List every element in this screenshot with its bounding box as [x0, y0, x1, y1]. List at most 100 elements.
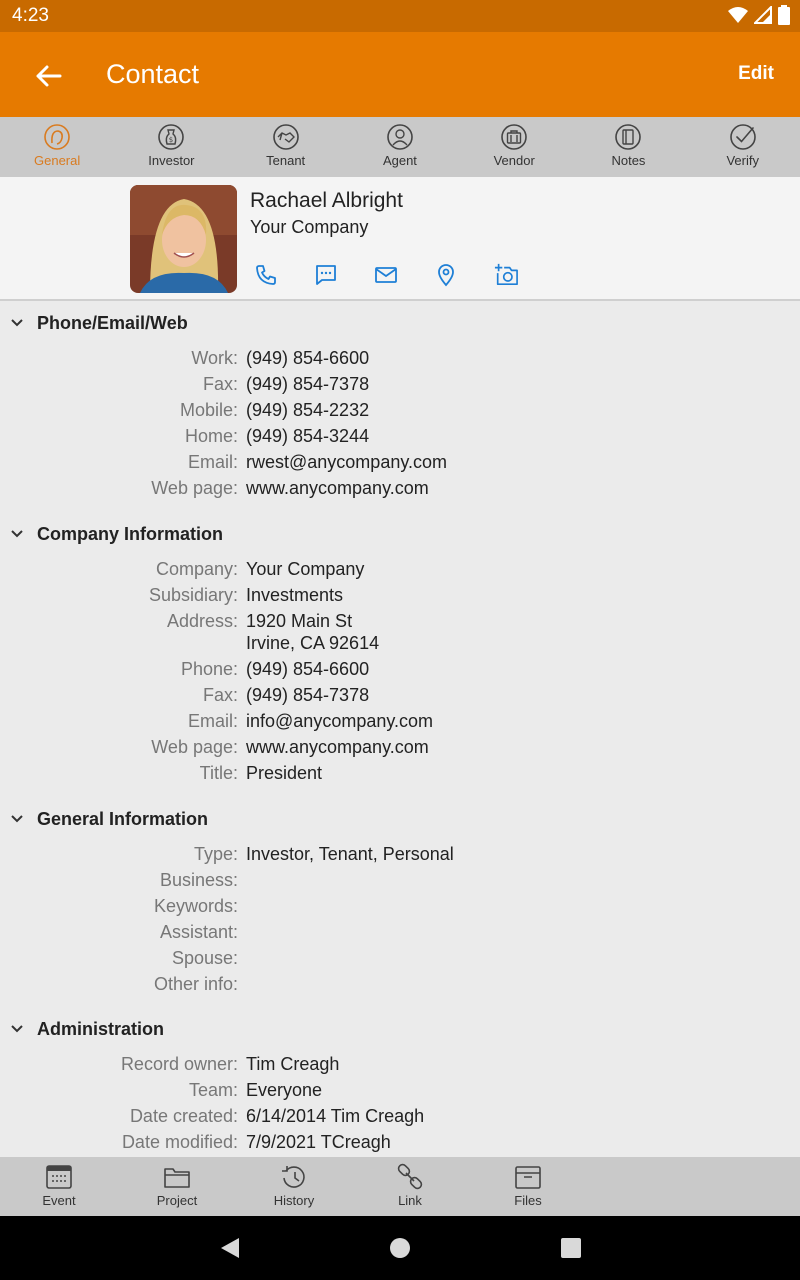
status-bar: 4:23: [0, 0, 800, 32]
chevron-down-icon: [11, 319, 23, 327]
field-label: Date modified:: [121, 1132, 238, 1152]
field-label: Address:: [166, 611, 238, 631]
app-bar: Contact Edit: [0, 32, 800, 117]
bottom-label: Files: [514, 1193, 542, 1208]
link-button[interactable]: Link: [370, 1163, 450, 1208]
event-button[interactable]: Event: [19, 1163, 99, 1208]
calendar-icon: [46, 1165, 72, 1189]
field-value[interactable]: (949) 854-7378: [246, 374, 369, 395]
section-title: General Information: [37, 809, 209, 829]
field-value[interactable]: www.anycompany.com: [246, 478, 429, 499]
agent-icon: [387, 124, 413, 150]
folder-icon: [164, 1168, 190, 1188]
section-general-header[interactable]: General Information: [0, 805, 800, 835]
field-value[interactable]: rwest@anycompany.com: [246, 452, 447, 473]
field-value[interactable]: (949) 854-6600: [246, 348, 369, 369]
chevron-down-icon: [11, 530, 23, 538]
field-label: Fax:: [202, 374, 238, 394]
field-value[interactable]: info@anycompany.com: [246, 711, 433, 732]
map-pin-icon[interactable]: [434, 263, 458, 287]
back-arrow-icon[interactable]: [30, 58, 66, 94]
field-value[interactable]: (949) 854-3244: [246, 426, 369, 447]
tab-verify[interactable]: Verify: [686, 117, 800, 177]
tab-label: Vendor: [493, 153, 535, 168]
field-value: Your Company: [246, 559, 365, 579]
section-title: Company Information: [37, 524, 224, 544]
nav-home-icon[interactable]: [389, 1236, 411, 1260]
tab-tenant[interactable]: Tenant: [229, 117, 343, 177]
phone-icon[interactable]: [254, 263, 278, 287]
tab-notes[interactable]: Notes: [571, 117, 685, 177]
tab-general[interactable]: General: [0, 117, 114, 177]
field-label: Phone:: [180, 659, 238, 679]
field-label: Type:: [193, 844, 238, 864]
files-icon: [515, 1166, 541, 1189]
field-value: Investments: [246, 585, 344, 605]
chevron-down-icon: [11, 815, 23, 823]
wifi-icon: [728, 7, 748, 23]
nav-recents-icon[interactable]: [560, 1236, 582, 1260]
edit-button[interactable]: Edit: [738, 63, 774, 85]
section-admin-header[interactable]: Administration: [0, 1015, 800, 1045]
money-bag-icon: $: [158, 124, 185, 150]
field-label: Spouse:: [171, 948, 238, 968]
field-value: Investor, Tenant, Personal: [246, 844, 454, 864]
field-value: Tim Creagh: [246, 1054, 340, 1074]
field-value: Everyone: [246, 1080, 323, 1100]
field-label: Business:: [159, 870, 238, 890]
tab-label: General: [34, 153, 81, 168]
history-button[interactable]: History: [254, 1163, 334, 1208]
svg-text:$: $: [169, 136, 173, 144]
field-label: Title:: [199, 763, 238, 783]
section-title: Phone/Email/Web: [37, 313, 188, 333]
field-label: Subsidiary:: [148, 585, 238, 605]
field-value: President: [246, 763, 323, 783]
tab-label: Verify: [726, 153, 759, 168]
section-title: Administration: [37, 1019, 165, 1039]
field-value: 7/9/2021 TCreagh: [246, 1132, 391, 1152]
files-button[interactable]: Files: [488, 1163, 568, 1208]
section-company-header[interactable]: Company Information: [0, 520, 800, 550]
contact-name: Rachael Albright: [250, 189, 403, 212]
page-title: Contact: [106, 59, 200, 89]
contact-details[interactable]: Phone/Email/Web Work: (949) 854-6600 Fax:…: [0, 303, 800, 1157]
field-label: Work:: [191, 348, 238, 368]
project-button[interactable]: Project: [137, 1163, 217, 1208]
field-value[interactable]: Irvine, CA 92614: [246, 633, 379, 654]
field-label: Email:: [187, 711, 238, 731]
field-label: Fax:: [202, 685, 238, 705]
message-icon[interactable]: [314, 263, 338, 287]
field-label: Home:: [184, 426, 238, 446]
bottom-toolbar: Event Project History Link Files: [0, 1157, 800, 1216]
field-label: Web page:: [151, 478, 238, 498]
field-label: Team:: [188, 1080, 238, 1100]
tab-vendor[interactable]: Vendor: [457, 117, 571, 177]
field-label: Other info:: [153, 974, 238, 994]
briefcase-icon: [501, 124, 527, 150]
field-label: Web page:: [151, 737, 238, 757]
contact-company: Your Company: [250, 217, 369, 237]
field-value: 6/14/2014 Tim Creagh: [246, 1106, 425, 1126]
battery-icon: [778, 5, 790, 25]
email-icon[interactable]: [374, 263, 398, 287]
tab-label: Notes: [611, 153, 646, 168]
contact-photo[interactable]: [130, 185, 237, 293]
field-value[interactable]: 1920 Main St: [246, 611, 352, 632]
tab-agent[interactable]: Agent: [343, 117, 457, 177]
section-phone-header[interactable]: Phone/Email/Web: [0, 309, 800, 339]
add-photo-icon[interactable]: [494, 263, 518, 287]
history-icon: [282, 1166, 305, 1188]
nav-back-icon[interactable]: [219, 1236, 241, 1260]
field-label: Keywords:: [153, 896, 238, 916]
field-label: Email:: [187, 452, 238, 472]
field-value[interactable]: (949) 854-2232: [246, 400, 369, 421]
handshake-icon: [272, 124, 299, 150]
chevron-down-icon: [11, 1025, 23, 1033]
status-time: 4:23: [12, 5, 49, 26]
tab-investor[interactable]: $ Investor: [114, 117, 228, 177]
field-value[interactable]: www.anycompany.com: [246, 737, 429, 758]
check-icon: [729, 124, 756, 150]
field-label: Record owner:: [120, 1054, 238, 1074]
field-value[interactable]: (949) 854-7378: [246, 685, 369, 706]
field-value[interactable]: (949) 854-6600: [246, 659, 369, 680]
